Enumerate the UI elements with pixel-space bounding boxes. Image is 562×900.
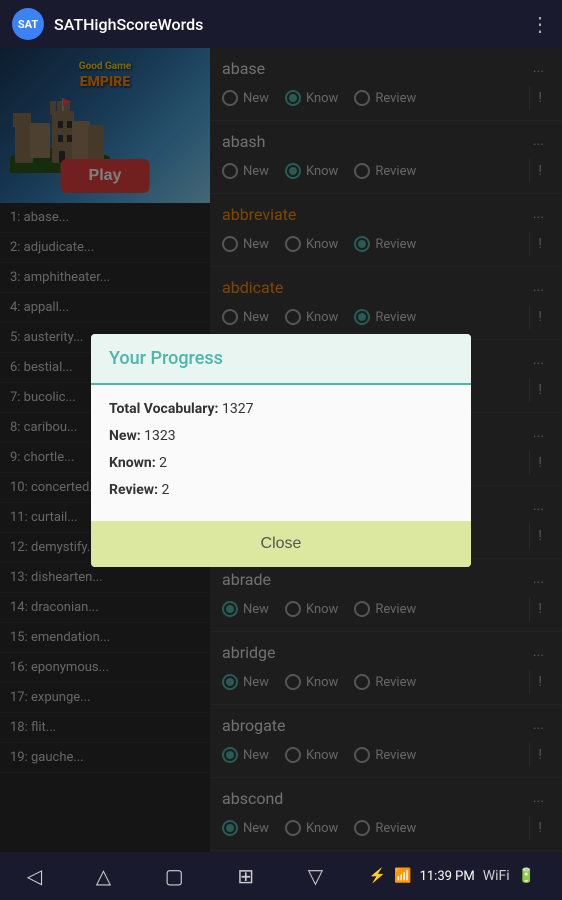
stat-value: 2 <box>159 455 167 471</box>
stat-row: New: 1323 <box>109 426 453 447</box>
stat-value: 2 <box>162 482 170 498</box>
progress-dialog: Your Progress Total Vocabulary: 1327 New:… <box>91 334 471 567</box>
dialog-close-button[interactable]: Close <box>91 521 471 567</box>
main-content: Good Game EMPIRE Play 1: abase...2: adju… <box>0 48 562 852</box>
overflow-menu-icon[interactable]: ⋮ <box>530 12 550 36</box>
usb-icon: ⚡ <box>369 868 386 884</box>
app-title: SATHighScoreWords <box>54 15 530 34</box>
app-bar: SAT SATHighScoreWords ⋮ <box>0 0 562 48</box>
stat-row: Review: 2 <box>109 480 453 501</box>
stat-label: Review: <box>109 482 162 498</box>
dialog-title: Your Progress <box>109 348 223 369</box>
stat-label: Known: <box>109 455 159 471</box>
signal-icon: 📶 <box>394 868 411 884</box>
app-icon: SAT <box>12 8 44 40</box>
stat-label: New: <box>109 428 144 444</box>
dialog-title-bar: Your Progress <box>91 334 471 385</box>
stat-rows: Total Vocabulary: 1327New: 1323Known: 2R… <box>109 399 453 501</box>
stat-value: 1323 <box>144 428 175 444</box>
up-button[interactable]: ▽ <box>300 856 331 896</box>
bottom-bar: ◁ △ ▢ ⊞ ▽ ⚡ 📶 11:39 PM WiFi 🔋 <box>0 852 562 900</box>
recent-apps-button[interactable]: ▢ <box>157 856 192 896</box>
wifi-icon: WiFi <box>483 868 510 884</box>
clock: 11:39 PM <box>420 869 475 884</box>
stat-row: Known: 2 <box>109 453 453 474</box>
stat-row: Total Vocabulary: 1327 <box>109 399 453 420</box>
back-button[interactable]: ◁ <box>19 856 50 896</box>
stat-label: Total Vocabulary: <box>109 401 222 417</box>
home-button[interactable]: △ <box>88 856 119 896</box>
dialog-body: Total Vocabulary: 1327New: 1323Known: 2R… <box>91 385 471 521</box>
dialog-overlay: Your Progress Total Vocabulary: 1327 New:… <box>0 48 562 852</box>
qr-button[interactable]: ⊞ <box>229 856 262 896</box>
status-area: ⚡ 📶 11:39 PM WiFi 🔋 <box>369 868 535 884</box>
stat-value: 1327 <box>222 401 253 417</box>
battery-icon: 🔋 <box>518 868 535 884</box>
